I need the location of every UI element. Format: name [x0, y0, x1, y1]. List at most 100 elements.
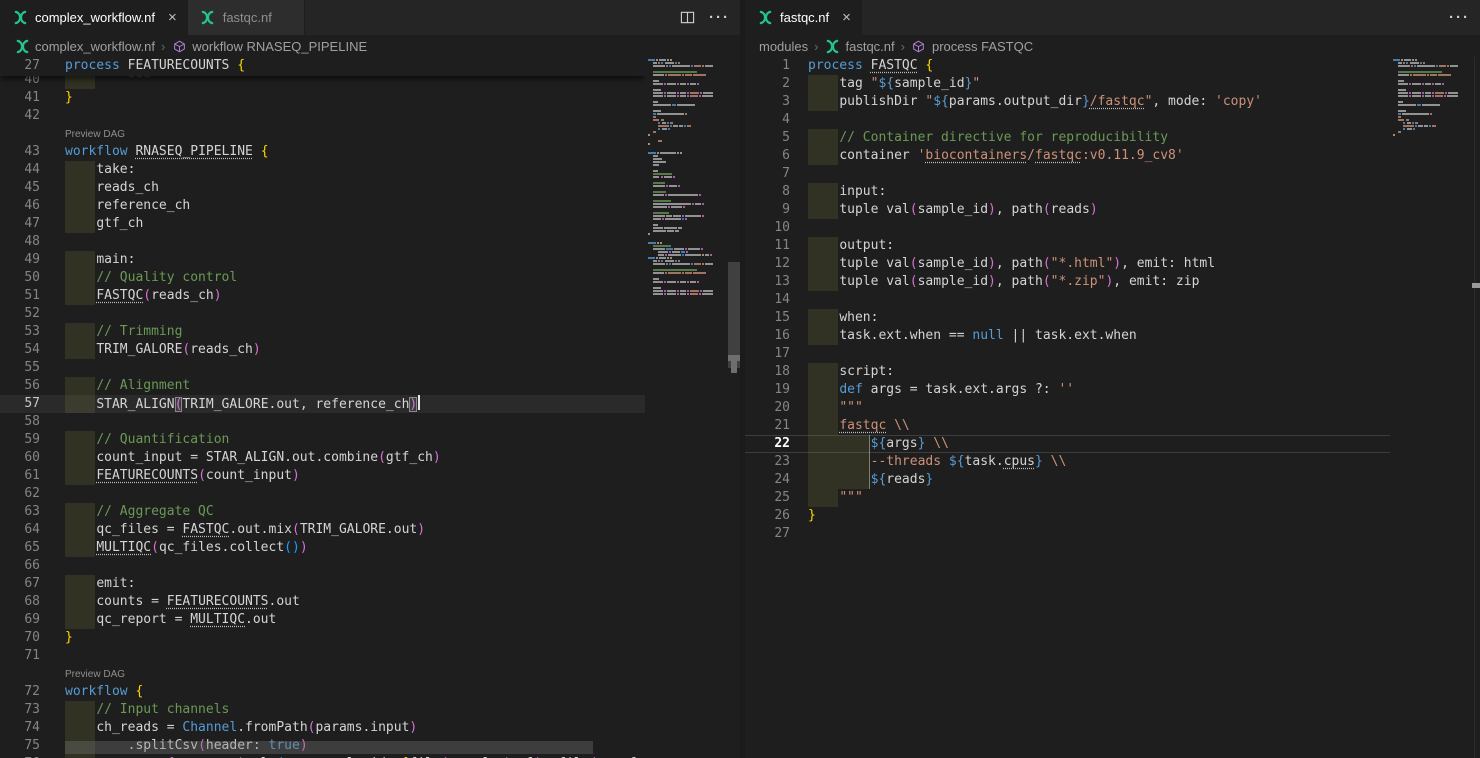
code-line[interactable]: 53 // Trimming	[0, 323, 645, 341]
code-line[interactable]: 19 def args = task.ext.args ?: ''	[745, 381, 1390, 399]
code-line[interactable]: 63 // Aggregate QC	[0, 503, 645, 521]
code-line[interactable]: 6 container 'biocontainers/fastqc:v0.11.…	[745, 147, 1390, 165]
code-line[interactable]: 71	[0, 647, 645, 665]
code-line[interactable]: 49 main:	[0, 251, 645, 269]
code-line[interactable]: 74 ch_reads = Channel.fromPath(params.in…	[0, 719, 645, 737]
code-line[interactable]: 43workflow RNASEQ_PIPELINE {	[0, 143, 645, 161]
code-line[interactable]: 56 // Alignment	[0, 377, 645, 395]
sticky-scroll-line[interactable]: 27process FEATURECOUNTS {	[0, 57, 645, 76]
editor-left[interactable]: 40 """41}42Preview DAG43workflow RNASEQ_…	[0, 57, 740, 758]
code-line[interactable]: 24 ${reads}	[745, 471, 1390, 489]
code-line[interactable]: 27	[745, 525, 1390, 543]
code-line[interactable]: 27process FEATURECOUNTS {	[0, 57, 645, 75]
code-line[interactable]: 73 // Input channels	[0, 701, 645, 719]
code-line[interactable]: 13 tuple val(sample_id), path("*.zip"), …	[745, 273, 1390, 291]
codelens-preview-dag[interactable]: Preview DAG	[0, 665, 645, 683]
minimap-line	[645, 155, 728, 157]
code-area-left[interactable]: 40 """41}42Preview DAG43workflow RNASEQ_…	[0, 57, 645, 758]
code-line[interactable]: 14	[745, 291, 1390, 309]
code-line[interactable]: 1process FASTQC {	[745, 57, 1390, 75]
code-line[interactable]: 22 ${args} \\	[745, 435, 1390, 453]
code-line[interactable]: 46 reference_ch	[0, 197, 645, 215]
code-line[interactable]: 11 output:	[745, 237, 1390, 255]
code-line[interactable]: 47 gtf_ch	[0, 215, 645, 233]
code-line[interactable]: 54 TRIM_GALORE(reads_ch)	[0, 341, 645, 359]
code-line[interactable]: 58	[0, 413, 645, 431]
minimap-right[interactable]	[1390, 57, 1460, 758]
breadcrumb-item[interactable]: workflow RNASEQ_PIPELINE	[171, 38, 367, 54]
code-line[interactable]: 48	[0, 233, 645, 251]
breadcrumb-item[interactable]: modules	[759, 39, 808, 54]
code-line[interactable]: 17	[745, 345, 1390, 363]
minimap-line	[1390, 68, 1460, 70]
code-line[interactable]: 59 // Quantification	[0, 431, 645, 449]
code-line[interactable]: 9 tuple val(sample_id), path(reads)	[745, 201, 1390, 219]
split-editor-icon[interactable]	[679, 10, 695, 26]
breadcrumb-item[interactable]: process FASTQC	[911, 38, 1033, 54]
code-line[interactable]: 52	[0, 305, 645, 323]
code-area-right[interactable]: 1process FASTQC {2 tag "${sample_id}"3 p…	[745, 57, 1390, 543]
close-icon[interactable]: ×	[842, 10, 851, 25]
code-line[interactable]: 42	[0, 107, 645, 125]
editor-right[interactable]: 1process FASTQC {2 tag "${sample_id}"3 p…	[745, 57, 1480, 758]
code-line[interactable]: 5 // Container directive for reproducibi…	[745, 129, 1390, 147]
code-line[interactable]: 41}	[0, 89, 645, 107]
code-line[interactable]: 66	[0, 557, 645, 575]
minimap-line	[645, 188, 728, 190]
code-line[interactable]: 12 tuple val(sample_id), path("*.html"),…	[745, 255, 1390, 273]
code-line[interactable]: 7	[745, 165, 1390, 183]
tab-fastqc.nf[interactable]: fastqc.nf×	[745, 0, 862, 35]
code-line[interactable]: 18 script:	[745, 363, 1390, 381]
line-number: 52	[0, 305, 40, 323]
code-line[interactable]: 55	[0, 359, 645, 377]
minimap-line	[645, 245, 728, 247]
codelens-preview-dag[interactable]: Preview DAG	[0, 125, 645, 143]
code-line[interactable]: 16 task.ext.when == null || task.ext.whe…	[745, 327, 1390, 345]
minimap-line	[1390, 131, 1460, 133]
minimap-line	[645, 71, 728, 73]
code-line[interactable]: 44 take:	[0, 161, 645, 179]
code-line[interactable]: 61 FEATURECOUNTS(count_input)	[0, 467, 645, 485]
minimap-line	[645, 92, 728, 94]
close-icon[interactable]: ×	[168, 10, 177, 25]
code-line[interactable]: 68 counts = FEATURECOUNTS.out	[0, 593, 645, 611]
code-line[interactable]: 25 """	[745, 489, 1390, 507]
breadcrumb-item[interactable]: fastqc.nf	[824, 38, 894, 54]
horizontal-scrollbar-left[interactable]	[65, 741, 593, 754]
nextflow-icon	[12, 10, 28, 26]
code-line[interactable]: 64 qc_files = FASTQC.out.mix(TRIM_GALORE…	[0, 521, 645, 539]
code-line[interactable]: 60 count_input = STAR_ALIGN.out.combine(…	[0, 449, 645, 467]
editor-actions-right: ···	[1449, 0, 1470, 35]
code-line[interactable]: 51 FASTQC(reads_ch)	[0, 287, 645, 305]
code-line[interactable]: 50 // Quality control	[0, 269, 645, 287]
breadcrumb-item[interactable]: complex_workflow.nf	[14, 38, 155, 54]
code-line[interactable]: 67 emit:	[0, 575, 645, 593]
code-line[interactable]: 72workflow {	[0, 683, 645, 701]
code-line[interactable]: 69 qc_report = MULTIQC.out	[0, 611, 645, 629]
tab-complex_workflow.nf[interactable]: complex_workflow.nf×	[0, 0, 188, 35]
line-number: 4	[745, 111, 790, 129]
code-line[interactable]: 23 --threads ${task.cpus} \\	[745, 453, 1390, 471]
code-line[interactable]: 45 reads_ch	[0, 179, 645, 197]
code-line[interactable]: 65 MULTIQC(qc_files.collect())	[0, 539, 645, 557]
code-line[interactable]: 57 STAR_ALIGN(TRIM_GALORE.out, reference…	[0, 395, 645, 413]
ellipsis-icon[interactable]: ···	[1449, 9, 1470, 26]
vertical-scrollbar-left[interactable]	[728, 262, 740, 368]
code-line[interactable]: 62	[0, 485, 645, 503]
minimap-left[interactable]	[645, 57, 728, 758]
code-line[interactable]: 2 tag "${sample_id}"	[745, 75, 1390, 93]
ellipsis-icon[interactable]: ···	[709, 9, 730, 26]
code-line[interactable]: 4	[745, 111, 1390, 129]
code-line[interactable]: 10	[745, 219, 1390, 237]
code-line[interactable]: 8 input:	[745, 183, 1390, 201]
minimap-line	[645, 131, 728, 133]
code-line[interactable]: 15 when:	[745, 309, 1390, 327]
minimap-line	[645, 254, 728, 256]
code-line[interactable]: 70}	[0, 629, 645, 647]
tab-fastqc.nf[interactable]: fastqc.nf×	[188, 0, 305, 35]
editor-window: complex_workflow.nf×fastqc.nf× ··· compl…	[0, 0, 1480, 758]
code-line[interactable]: 20 """	[745, 399, 1390, 417]
code-line[interactable]: 21 fastqc \\	[745, 417, 1390, 435]
code-line[interactable]: 26}	[745, 507, 1390, 525]
code-line[interactable]: 3 publishDir "${params.output_dir}/fastq…	[745, 93, 1390, 111]
